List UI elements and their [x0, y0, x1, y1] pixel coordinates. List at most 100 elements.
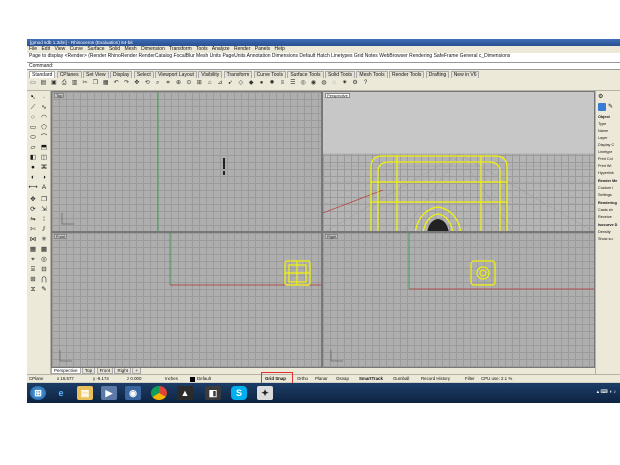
media-player-icon[interactable]: ▶: [101, 386, 117, 400]
zoom-extents-icon[interactable]: ⊕: [174, 79, 182, 88]
command-line[interactable]: Command:: [27, 63, 620, 70]
menu-analyze[interactable]: Analyze: [212, 46, 230, 52]
magnet-icon[interactable]: ⋂: [39, 275, 49, 284]
rendered-icon[interactable]: ●: [258, 79, 266, 88]
viewport-label-top[interactable]: Top: [54, 93, 65, 98]
select-arrow-icon[interactable]: ➷: [28, 93, 38, 102]
menu-transform[interactable]: Transform: [169, 46, 192, 52]
redo-icon[interactable]: ↷: [123, 79, 131, 88]
copy-object-icon[interactable]: ❐: [39, 195, 49, 204]
new-file-icon[interactable]: ▭: [29, 79, 37, 88]
menu-view[interactable]: View: [54, 46, 65, 52]
environment-icon[interactable]: ◌: [330, 79, 338, 88]
history-icon[interactable]: ⧖: [28, 285, 38, 294]
sphere-render-icon[interactable]: ◉: [310, 79, 318, 88]
prop-casts-shadows[interactable]: Casts sh: [598, 208, 613, 212]
prop-show-surface[interactable]: Show su: [598, 237, 613, 241]
properties-icon[interactable]: ☰: [289, 79, 297, 88]
tab-select[interactable]: Select: [133, 71, 154, 78]
import-icon[interactable]: ▥: [71, 79, 79, 88]
split-icon[interactable]: ⫽: [39, 225, 49, 234]
polyline-icon[interactable]: ⟋: [28, 103, 38, 112]
options-icon[interactable]: ⚙: [351, 79, 359, 88]
trim-icon[interactable]: ✄: [28, 225, 38, 234]
arc-icon[interactable]: ◠: [39, 113, 49, 122]
tab-transform[interactable]: Transform: [223, 71, 253, 78]
menu-render[interactable]: Render: [234, 46, 250, 52]
viewport-top[interactable]: Top: [51, 91, 322, 232]
tab-standard[interactable]: Standard: [29, 71, 56, 78]
join-icon[interactable]: ⋈: [28, 235, 38, 244]
status-smarttrack[interactable]: SmartTrack: [359, 375, 383, 383]
status-planar[interactable]: Planar: [315, 375, 328, 383]
render-preview-icon[interactable]: ✷: [341, 79, 349, 88]
curve-icon[interactable]: ∿: [39, 103, 49, 112]
boolean-union-icon[interactable]: ◐: [28, 173, 38, 182]
car-icon[interactable]: ⊿: [216, 79, 224, 88]
menu-surface[interactable]: Surface: [87, 46, 104, 52]
status-filter[interactable]: Filter: [465, 375, 475, 383]
start-button-icon[interactable]: ⊞: [30, 386, 46, 400]
mesh-icon[interactable]: ⌘: [39, 163, 49, 172]
chrome-icon[interactable]: [151, 386, 167, 400]
zoom-icon[interactable]: ⌕: [154, 79, 162, 88]
tab-set-view[interactable]: Set View: [82, 71, 109, 78]
status-ortho[interactable]: Ortho: [297, 375, 308, 383]
material-brush-icon[interactable]: ✎: [608, 103, 613, 110]
status-layer[interactable]: Default: [197, 375, 211, 383]
move-icon[interactable]: ✥: [28, 195, 38, 204]
tab-viewport-layout[interactable]: Viewport Layout: [155, 71, 197, 78]
tab-cplanes[interactable]: CPlanes: [56, 71, 82, 78]
status-gumball[interactable]: Gumball: [393, 375, 409, 383]
explode-icon[interactable]: ✳: [39, 235, 49, 244]
save-icon[interactable]: ▣: [50, 79, 58, 88]
status-cplane[interactable]: CPlane: [29, 375, 43, 383]
undo-icon[interactable]: ↶: [112, 79, 120, 88]
sphere-icon[interactable]: ●: [28, 163, 38, 172]
dimension-icon[interactable]: ⟷: [28, 183, 38, 192]
analyze-icon[interactable]: ⌖: [28, 255, 38, 264]
viewport-front[interactable]: Front: [51, 232, 322, 368]
layer-icon[interactable]: ≡: [278, 79, 286, 88]
copy-icon[interactable]: ❐: [91, 79, 99, 88]
rhino-app-icon[interactable]: ▲: [177, 386, 193, 400]
select-icon[interactable]: ➹: [226, 79, 234, 88]
zoom-selected-icon[interactable]: ⊙: [185, 79, 193, 88]
text-icon[interactable]: A: [39, 183, 49, 192]
prop-settings[interactable]: Settings: [598, 193, 612, 197]
status-osnap[interactable]: Osnap: [336, 375, 349, 383]
paste-icon[interactable]: ▦: [102, 79, 110, 88]
scale-icon[interactable]: ⇲: [39, 205, 49, 214]
open-folder-icon[interactable]: ▤: [39, 79, 47, 88]
tab-curve-tools[interactable]: Curve Tools: [253, 71, 286, 78]
tab-surface-tools[interactable]: Surface Tools: [287, 71, 324, 78]
cplane-icon[interactable]: ⌂: [206, 79, 214, 88]
grid-icon[interactable]: ⊞: [28, 275, 38, 284]
skype-icon[interactable]: S: [231, 386, 247, 400]
cylinder-icon[interactable]: ◫: [39, 153, 49, 162]
circle-icon[interactable]: ○: [28, 113, 38, 122]
menu-tools[interactable]: Tools: [196, 46, 208, 52]
viewport-right[interactable]: Right: [322, 232, 595, 368]
four-views-icon[interactable]: ⊞: [195, 79, 203, 88]
lightbulb-icon[interactable]: ✹: [268, 79, 276, 88]
wireframe-icon[interactable]: ◇: [237, 79, 245, 88]
shaded-icon[interactable]: ◆: [247, 79, 255, 88]
menu-curve[interactable]: Curve: [70, 46, 83, 52]
menu-edit[interactable]: Edit: [41, 46, 50, 52]
tab-new-in-v6[interactable]: New in V6: [450, 71, 480, 78]
cut-icon[interactable]: ✂: [81, 79, 89, 88]
viewport-label-perspective[interactable]: Perspective: [325, 93, 350, 98]
prop-receive-shadows[interactable]: Receive: [598, 215, 612, 219]
surface-icon[interactable]: ▱: [28, 143, 38, 152]
viewport-perspective[interactable]: Perspective: [322, 91, 595, 232]
menu-help[interactable]: Help: [274, 46, 284, 52]
render-icon[interactable]: ◎: [39, 255, 49, 264]
print-icon[interactable]: ⎙: [60, 79, 68, 88]
properties-object-icon[interactable]: [598, 103, 606, 111]
menu-mesh[interactable]: Mesh: [124, 46, 136, 52]
layout-icon[interactable]: ⊟: [39, 265, 49, 274]
prop-custom-mesh[interactable]: Custom I: [598, 186, 613, 190]
windows-media-icon[interactable]: ◉: [125, 386, 141, 400]
fillet-curve-icon[interactable]: ⌒: [39, 133, 49, 142]
